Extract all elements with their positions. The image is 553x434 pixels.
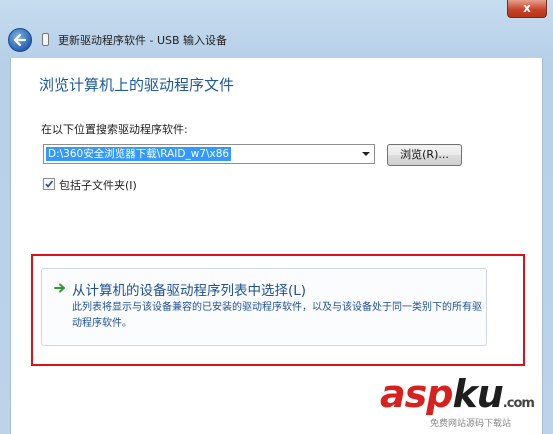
search-location-label: 在以下位置搜索驱动程序软件: [41, 123, 188, 136]
dialog-window: x 更新驱动程序软件 - USB 输入设备 浏览计算机上的驱动程序文件 在以下位… [0, 0, 553, 434]
chevron-down-icon[interactable] [362, 152, 370, 156]
checkmark-icon [45, 180, 54, 188]
path-combobox[interactable]: D:\360安全浏览器下载\RAID_w7\x86 [43, 144, 375, 164]
usb-device-icon [42, 33, 49, 46]
close-button[interactable]: x [507, 0, 547, 18]
include-subfolders-checkbox[interactable] [43, 178, 55, 190]
window-title: 更新驱动程序软件 - USB 输入设备 [58, 34, 228, 47]
watermark-logo: aspku.com 免费网站源码下载站 [380, 372, 553, 434]
path-value[interactable]: D:\360安全浏览器下载\RAID_w7\x86 [46, 147, 232, 161]
watermark-tagline: 免费网站源码下载站 [430, 419, 512, 429]
page-heading: 浏览计算机上的驱动程序文件 [39, 76, 235, 94]
back-arrow-icon [13, 33, 27, 47]
watermark-brand: aspku.com [380, 372, 535, 416]
title-bar: 更新驱动程序软件 - USB 输入设备 [0, 26, 553, 54]
back-button[interactable] [8, 28, 32, 52]
red-highlight-annotation [31, 254, 525, 366]
browse-button[interactable]: 浏览(R)... [387, 144, 462, 166]
include-subfolders-label[interactable]: 包括子文件夹(I) [59, 177, 137, 193]
